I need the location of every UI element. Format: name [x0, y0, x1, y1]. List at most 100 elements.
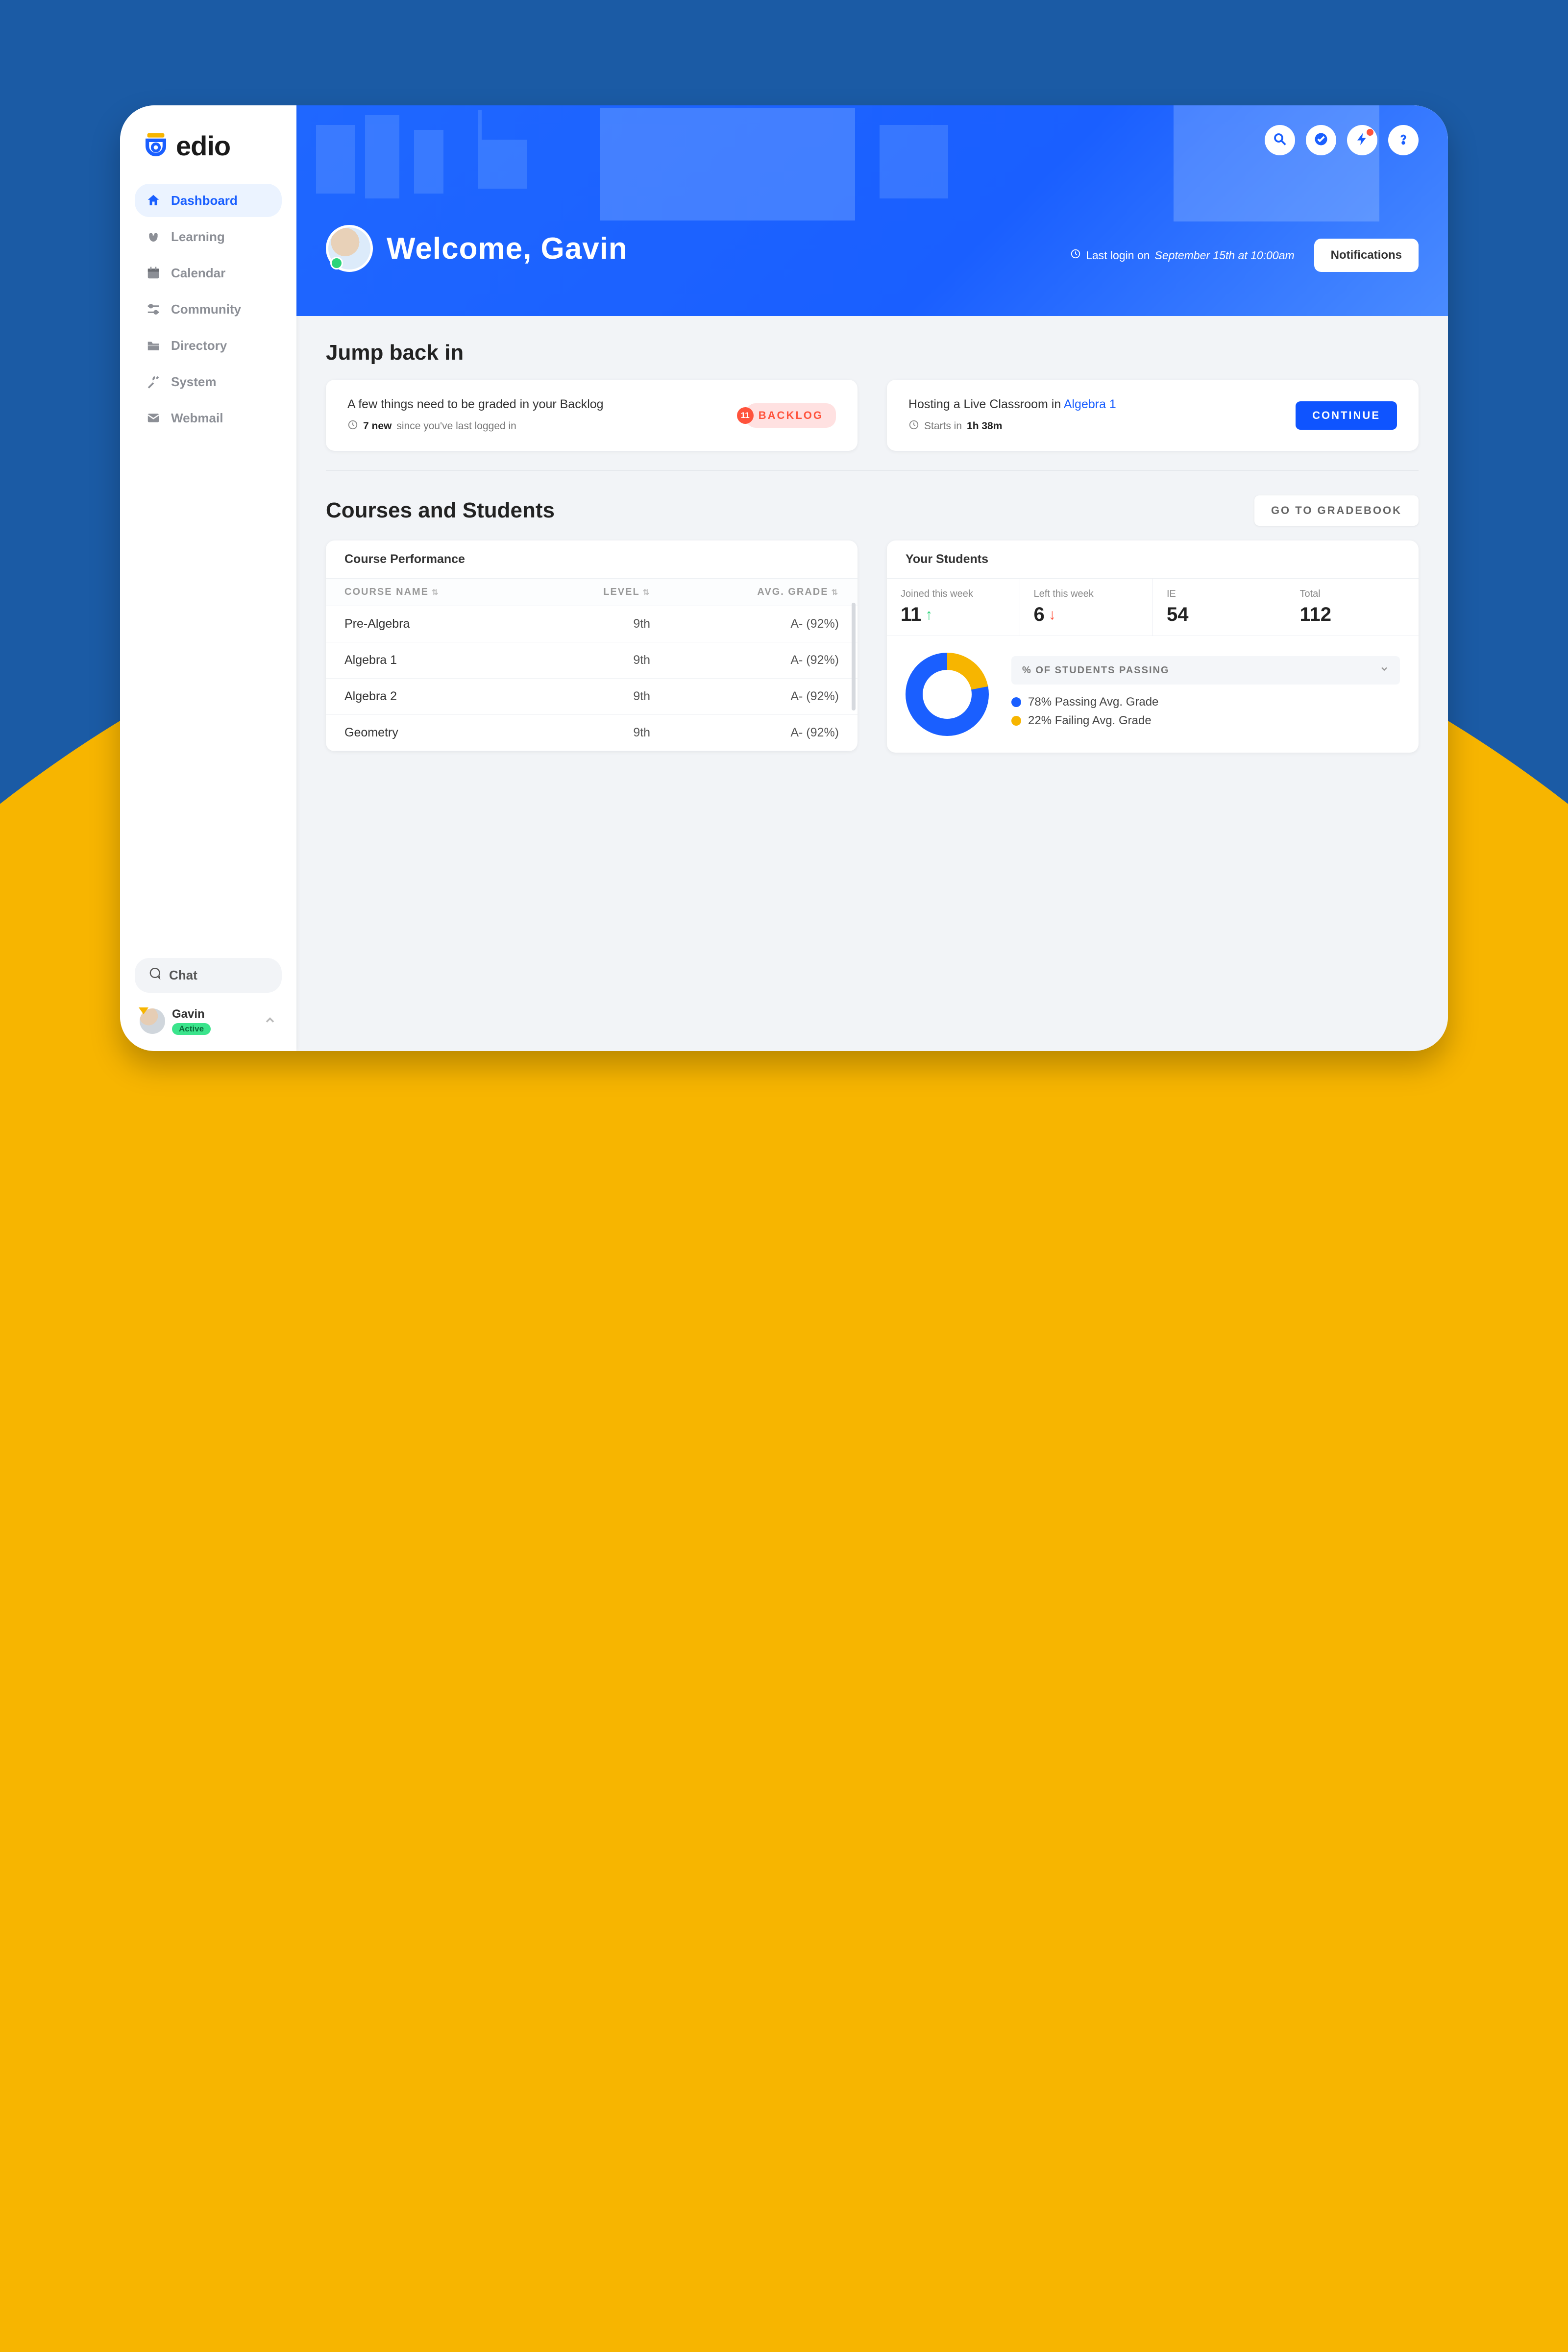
sidebar-item-webmail[interactable]: Webmail: [135, 401, 282, 435]
avatar: [326, 225, 373, 272]
content: Jump back in A few things need to be gra…: [296, 316, 1448, 1051]
panel-title: Your Students: [887, 540, 1419, 578]
sort-icon: ⇅: [643, 588, 650, 597]
tools-icon: [146, 374, 161, 390]
folder-icon: [146, 338, 161, 353]
user-name: Gavin: [172, 1007, 211, 1021]
sidebar-item-learning[interactable]: Learning: [135, 220, 282, 253]
backlog-card: A few things need to be graded in your B…: [326, 380, 858, 451]
search-icon: [1273, 132, 1287, 149]
table-row[interactable]: Pre-Algebra9thA- (92%): [326, 606, 858, 642]
search-button[interactable]: [1265, 125, 1295, 155]
logo-icon: [142, 132, 170, 160]
sidebar-item-dashboard[interactable]: Dashboard: [135, 184, 282, 217]
notification-dot: [1367, 129, 1373, 136]
owl-icon: [146, 229, 161, 245]
table-row[interactable]: Algebra 19thA- (92%): [326, 642, 858, 679]
status-badge: Active: [172, 1023, 211, 1035]
backlog-desc: A few things need to be graded in your B…: [347, 397, 604, 412]
home-icon: [146, 193, 161, 208]
sidebar-item-label: Dashboard: [171, 193, 238, 208]
live-sub: Starts in 1h 38m: [908, 419, 1116, 433]
clock-icon: [347, 419, 358, 433]
sidebar-item-label: Community: [171, 302, 241, 317]
notifications-button[interactable]: Notifications: [1314, 239, 1419, 272]
backlog-sub: 7 new since you've last logged in: [347, 419, 604, 433]
backlog-new-count: 7 new: [363, 420, 392, 432]
chat-label: Chat: [169, 968, 197, 983]
chat-icon: [147, 967, 161, 984]
last-login: Last login on September 15th at 10:00am: [1070, 248, 1295, 262]
clock-icon: [1070, 248, 1081, 262]
backlog-button[interactable]: 11 BACKLOG: [746, 403, 836, 428]
course-table: COURSE NAME⇅ LEVEL⇅ AVG. GRADE⇅ Pre-Alge…: [326, 578, 858, 751]
course-performance-panel: Course Performance COURSE NAME⇅ LEVEL⇅ A…: [326, 540, 858, 751]
sidebar-item-label: Calendar: [171, 266, 225, 281]
legend-dot-icon: [1011, 697, 1021, 707]
trend-up-icon: ↑: [925, 607, 932, 623]
calendar-icon: [146, 265, 161, 281]
section-title-jump: Jump back in: [326, 341, 1419, 365]
brand-logo[interactable]: edio: [135, 130, 282, 162]
th-course-name[interactable]: COURSE NAME⇅: [326, 579, 535, 606]
mail-icon: [146, 410, 161, 426]
activity-button[interactable]: [1347, 125, 1377, 155]
chat-button[interactable]: Chat: [135, 958, 282, 993]
chevron-up-icon: [263, 1013, 277, 1029]
brand-name: edio: [176, 130, 230, 162]
students-panel: Your Students Joined this week 11↑ Left …: [887, 540, 1419, 753]
avatar: [140, 1008, 165, 1034]
page-title: Welcome, Gavin: [387, 231, 628, 266]
metric-dropdown[interactable]: % OF STUDENTS PASSING: [1011, 656, 1400, 685]
sliders-icon: [146, 301, 161, 317]
divider: [326, 470, 1419, 471]
sidebar-item-calendar[interactable]: Calendar: [135, 256, 282, 290]
student-stats: Joined this week 11↑ Left this week 6↓ I…: [887, 578, 1419, 636]
sidebar-item-label: System: [171, 374, 217, 390]
live-desc: Hosting a Live Classroom in Algebra 1: [908, 397, 1116, 412]
th-level[interactable]: LEVEL⇅: [535, 579, 669, 606]
sidebar-item-label: Learning: [171, 229, 225, 245]
sidebar-item-directory[interactable]: Directory: [135, 329, 282, 362]
section-title-courses: Courses and Students: [326, 498, 555, 523]
sidebar-item-label: Webmail: [171, 411, 223, 426]
panel-title: Course Performance: [326, 540, 858, 578]
user-menu[interactable]: Gavin Active: [135, 1004, 282, 1039]
legend-failing: 22% Failing Avg. Grade: [1011, 714, 1400, 728]
hero-banner: Welcome, Gavin Last login on September 1…: [296, 105, 1448, 316]
help-button[interactable]: [1388, 125, 1419, 155]
tasks-button[interactable]: [1306, 125, 1336, 155]
go-to-gradebook-button[interactable]: GO TO GRADEBOOK: [1254, 495, 1419, 526]
hero-illustration: [296, 105, 1448, 221]
clock-icon: [908, 419, 919, 433]
sort-icon: ⇅: [432, 588, 439, 597]
check-icon: [1314, 132, 1328, 149]
sidebar-nav: Dashboard Learning Calendar Community Di…: [135, 184, 282, 435]
stat-ie: IE 54: [1153, 579, 1286, 636]
live-course-link[interactable]: Algebra 1: [1064, 397, 1116, 411]
live-class-card: Hosting a Live Classroom in Algebra 1 St…: [887, 380, 1419, 451]
backlog-count-badge: 11: [737, 407, 754, 424]
stat-total: Total 112: [1286, 579, 1419, 636]
backlog-since: since you've last logged in: [396, 420, 516, 432]
passing-donut-chart: [906, 653, 989, 736]
app-window: edio Dashboard Learning Calendar Communi…: [120, 105, 1448, 1051]
continue-button[interactable]: CONTINUE: [1296, 401, 1397, 430]
th-grade[interactable]: AVG. GRADE⇅: [669, 579, 858, 606]
sidebar-item-label: Directory: [171, 338, 227, 353]
sidebar: edio Dashboard Learning Calendar Communi…: [120, 105, 296, 1051]
sidebar-item-community[interactable]: Community: [135, 293, 282, 326]
table-row[interactable]: Geometry9thA- (92%): [326, 715, 858, 751]
question-icon: [1396, 132, 1411, 149]
scrollbar[interactable]: [852, 603, 856, 710]
last-login-prefix: Last login on: [1086, 249, 1150, 262]
trend-down-icon: ↓: [1049, 607, 1056, 623]
stat-joined: Joined this week 11↑: [887, 579, 1020, 636]
main: Welcome, Gavin Last login on September 1…: [296, 105, 1448, 1051]
sidebar-item-system[interactable]: System: [135, 365, 282, 398]
table-row[interactable]: Algebra 29thA- (92%): [326, 679, 858, 715]
last-login-time: September 15th at 10:00am: [1155, 249, 1295, 262]
sort-icon: ⇅: [832, 588, 839, 597]
chevron-down-icon: [1379, 664, 1389, 677]
legend-passing: 78% Passing Avg. Grade: [1011, 695, 1400, 709]
